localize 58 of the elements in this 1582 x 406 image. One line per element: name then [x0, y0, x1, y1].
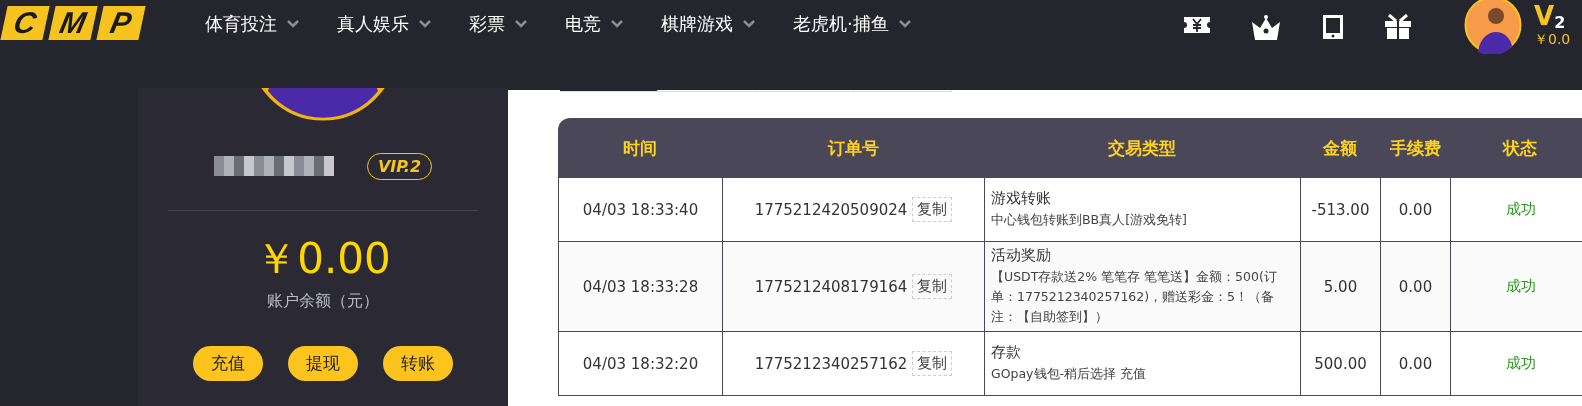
- time-text: 04/03 18:33:28: [582, 277, 699, 296]
- chevron-down-icon: [611, 20, 623, 28]
- vip-letter: V: [1534, 2, 1555, 31]
- transaction-type: 存款: [991, 343, 1022, 362]
- transaction-type: 游戏转账: [991, 189, 1052, 208]
- nav-item[interactable]: 体育投注: [205, 12, 299, 36]
- tablet-icon[interactable]: [1322, 14, 1344, 40]
- transaction-detail: 中心钱包转账到BB真人[游戏免转]: [991, 211, 1187, 229]
- fee-text: 0.00: [1398, 354, 1433, 373]
- gift-icon[interactable]: [1384, 14, 1412, 40]
- order-number: 1775212420509024: [754, 200, 908, 219]
- column-header: 金额: [1300, 118, 1380, 178]
- fee-text: 0.00: [1398, 277, 1433, 296]
- amount-text: 500.00: [1314, 354, 1367, 373]
- ticket-icon[interactable]: [1184, 14, 1210, 36]
- column-header: 时间: [558, 118, 722, 178]
- time-text: 04/03 18:32:20: [582, 354, 699, 373]
- header-balance: ￥0.0: [1534, 30, 1572, 49]
- order-number: 1775212340257162: [754, 354, 908, 373]
- transaction-type: 活动奖励: [991, 246, 1052, 265]
- chevron-down-icon: [419, 20, 431, 28]
- nav-item[interactable]: 真人娱乐: [337, 12, 431, 36]
- chevron-down-icon: [743, 20, 755, 28]
- status-text: 成功: [1505, 277, 1536, 296]
- column-header: 订单号: [722, 118, 984, 178]
- amount-text: -513.00: [1311, 200, 1370, 219]
- nav-item[interactable]: 电竞: [565, 12, 623, 36]
- column-header: 手续费: [1380, 118, 1450, 178]
- transaction-detail: GOpay钱包-稍后选择 充值: [991, 365, 1146, 383]
- action-button[interactable]: 提现: [288, 346, 358, 381]
- transaction-detail: 【USDT存款送2% 笔笔存 笔笔送】金额：500(订单：1775212340257162)，赠送彩金：5！（备注：【自助签到】）: [991, 268, 1278, 326]
- balance-label: 账户余额（元）: [267, 291, 379, 312]
- copy-button[interactable]: 复制: [912, 197, 953, 222]
- avatar[interactable]: [1464, 0, 1522, 54]
- nav-item[interactable]: 彩票: [469, 12, 527, 36]
- status-text: 成功: [1505, 354, 1536, 373]
- status-text: 成功: [1505, 200, 1536, 219]
- column-header: 交易类型: [984, 118, 1300, 178]
- chevron-down-icon: [515, 20, 527, 28]
- vip-level: 2: [1554, 14, 1566, 31]
- logo-letter: C: [0, 6, 50, 40]
- copy-button[interactable]: 复制: [912, 351, 953, 376]
- action-button[interactable]: 转账: [383, 346, 453, 381]
- chevron-down-icon: [287, 20, 299, 28]
- order-number: 1775212408179164: [754, 277, 908, 296]
- column-header: 状态: [1450, 118, 1582, 178]
- chevron-down-icon: [898, 20, 911, 28]
- action-button[interactable]: 充值: [193, 346, 263, 381]
- logo-letter: M: [48, 6, 98, 40]
- copy-button[interactable]: 复制: [912, 274, 953, 299]
- nav-item[interactable]: 老虎机·捕鱼: [793, 12, 911, 36]
- fee-text: 0.00: [1398, 200, 1433, 219]
- account-balance: ￥0.00: [255, 233, 391, 285]
- amount-text: 5.00: [1323, 277, 1358, 296]
- logo-letter: P: [96, 6, 146, 40]
- crown-icon[interactable]: [1250, 14, 1282, 42]
- time-text: 04/03 18:33:40: [582, 200, 699, 219]
- nav-item[interactable]: 棋牌游戏: [661, 12, 755, 36]
